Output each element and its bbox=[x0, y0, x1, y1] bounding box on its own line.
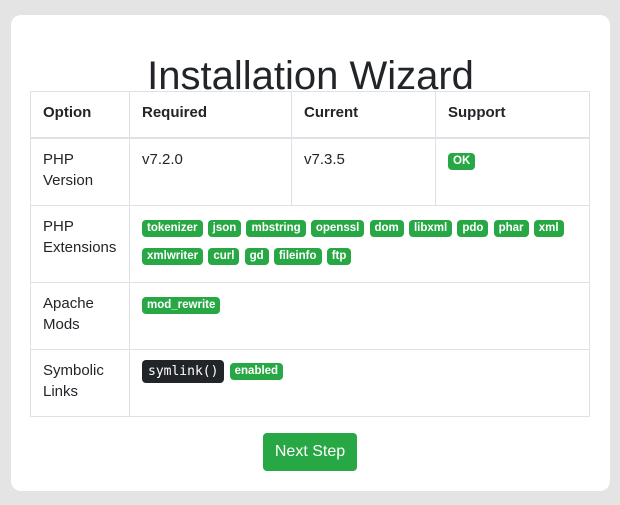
badge-phar: phar bbox=[493, 220, 529, 237]
option-apache-mods: Apache Mods bbox=[30, 282, 130, 350]
option-php-extensions: PHP Extensions bbox=[30, 205, 130, 283]
table-row-php-extensions: PHP Extensions tokenizer json mbstring o… bbox=[30, 205, 590, 283]
badge-gd: gd bbox=[244, 248, 269, 265]
badge-tokenizer: tokenizer bbox=[142, 220, 203, 237]
badge-ftp: ftp bbox=[326, 248, 352, 265]
apache-mods-cell: mod_rewrite bbox=[129, 282, 590, 350]
wizard-card: Installation Wizard Option Required Curr… bbox=[11, 15, 610, 491]
badge-libxml: libxml bbox=[408, 220, 453, 237]
status-badge: OK bbox=[448, 153, 476, 170]
badge-xml: xml bbox=[533, 220, 564, 237]
badge-fileinfo: fileinfo bbox=[273, 248, 322, 265]
required-php-version: v7.2.0 bbox=[129, 137, 292, 206]
badge-openssl: openssl bbox=[310, 220, 365, 237]
table-row-php-version: PHP Version v7.2.0 v7.3.5 OK bbox=[30, 137, 590, 206]
extensions-badge-list: tokenizer json mbstring openssl dom libx… bbox=[142, 214, 577, 270]
next-step-button[interactable]: Next Step bbox=[263, 433, 357, 471]
apache-mods-badge-list: mod_rewrite bbox=[142, 291, 577, 319]
badge-mod-rewrite: mod_rewrite bbox=[142, 297, 221, 314]
requirements-table: Option Required Current Support PHP Vers… bbox=[30, 91, 590, 417]
symlink-code: symlink() bbox=[142, 360, 225, 383]
option-php-version: PHP Version bbox=[30, 137, 130, 206]
table-row-symbolic-links: Symbolic Links symlink() enabled bbox=[30, 349, 590, 417]
table-header-row: Option Required Current Support bbox=[30, 91, 590, 139]
table-row-apache-mods: Apache Mods mod_rewrite bbox=[30, 282, 590, 350]
symlink-status-badge: enabled bbox=[229, 363, 284, 380]
badge-pdo: pdo bbox=[457, 220, 489, 237]
option-symbolic-links: Symbolic Links bbox=[30, 349, 130, 417]
header-support: Support bbox=[435, 91, 590, 139]
badge-dom: dom bbox=[369, 220, 404, 237]
header-option: Option bbox=[30, 91, 130, 139]
badge-curl: curl bbox=[208, 248, 240, 265]
badge-mbstring: mbstring bbox=[246, 220, 306, 237]
header-required: Required bbox=[129, 91, 292, 139]
extensions-cell: tokenizer json mbstring openssl dom libx… bbox=[129, 205, 590, 283]
support-php-version: OK bbox=[435, 137, 590, 206]
header-current: Current bbox=[291, 91, 436, 139]
current-php-version: v7.3.5 bbox=[291, 137, 436, 206]
badge-json: json bbox=[207, 220, 242, 237]
badge-xmlwriter: xmlwriter bbox=[142, 248, 204, 265]
symbolic-links-cell: symlink() enabled bbox=[129, 349, 590, 417]
